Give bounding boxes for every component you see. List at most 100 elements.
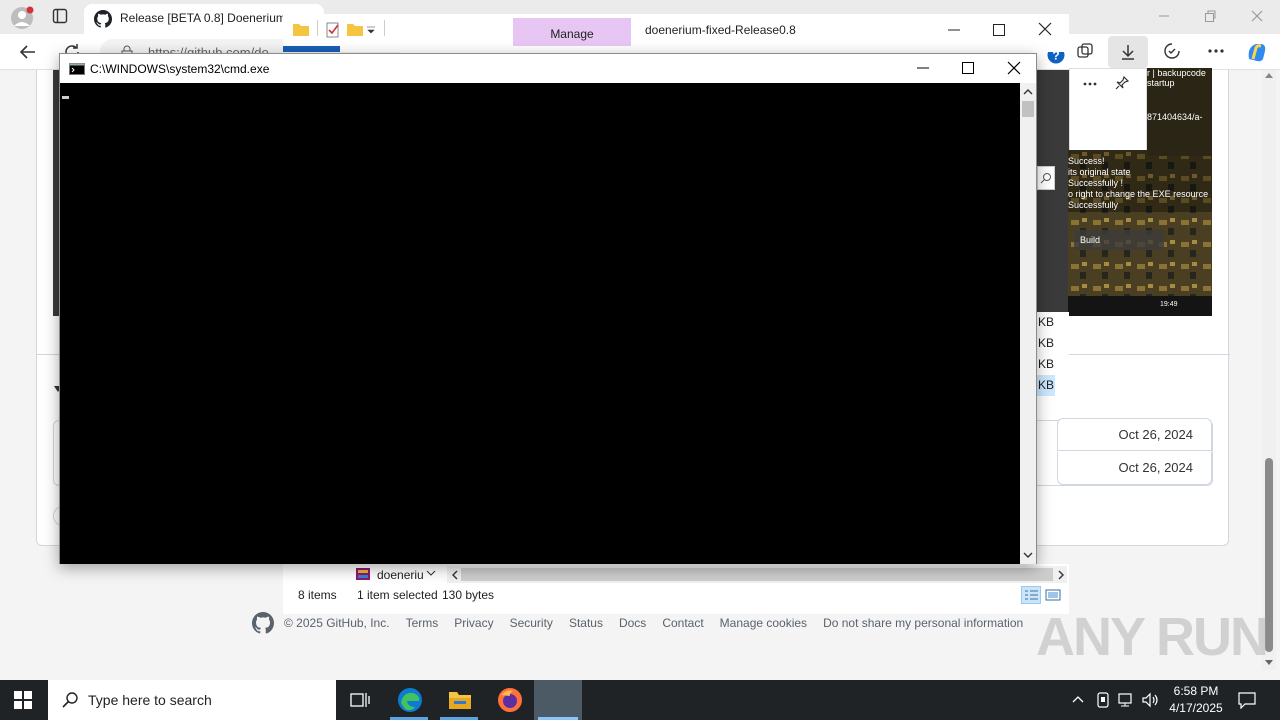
quick-access-dropdown-icon[interactable]: [367, 26, 377, 34]
firefox-icon: [497, 687, 523, 713]
rar-file-icon: [355, 567, 371, 581]
edge-icon: [397, 687, 423, 713]
clock-time: 6:58 PM: [1173, 684, 1219, 698]
github-icon: [94, 10, 112, 28]
windows-start-icon[interactable]: [14, 691, 32, 709]
scroll-right-icon[interactable]: [1057, 570, 1065, 580]
cmd-maximize-icon[interactable]: [961, 61, 975, 75]
file-name-partial[interactable]: doeneriu: [377, 568, 424, 582]
explorer-search-box[interactable]: [1037, 166, 1055, 190]
search-icon: [62, 692, 78, 708]
file-size-unit: KB: [1038, 357, 1055, 371]
video-text-line: Successfully !: [1068, 178, 1124, 188]
video-clock: 19:49: [1160, 301, 1178, 308]
taskbar-search-box[interactable]: Type here to search: [48, 680, 336, 720]
horizontal-scroll-thumb[interactable]: [461, 568, 1053, 581]
details-view-icon[interactable]: [1021, 586, 1041, 604]
pin-icon[interactable]: [1114, 75, 1130, 91]
video-text-line: Successfully: [1068, 200, 1119, 210]
collections-icon[interactable]: [1076, 42, 1094, 60]
clock-date: 4/17/2025: [1169, 701, 1223, 715]
explorer-folder-title: doenerium-fixed-Release0.8: [645, 23, 796, 37]
copilot-icon[interactable]: [1244, 39, 1270, 65]
asset-date: Oct 26, 2024: [1057, 452, 1212, 485]
properties-icon[interactable]: [325, 22, 341, 38]
cmd-scroll-thumb[interactable]: [1022, 101, 1034, 117]
file-tab-strip[interactable]: [283, 46, 340, 52]
show-hidden-icons-icon[interactable]: [1072, 694, 1084, 704]
video-overlay: Success! its original state Successfully…: [1068, 150, 1212, 316]
horizontal-scrollbar[interactable]: [447, 566, 1067, 583]
browser-minimize-icon[interactable]: [1156, 8, 1172, 24]
browser-tab-title: Release [BETA 0.8] Doenerium -: [120, 11, 294, 25]
footer-link-do-not-share[interactable]: Do not share my personal information: [823, 616, 1023, 630]
scroll-up-icon[interactable]: [1265, 72, 1273, 78]
explorer-title-bar: Manage doenerium-fixed-Release0.8: [283, 14, 1069, 52]
folder-icon: [293, 22, 309, 36]
video-text-line: r | backupcode: [1147, 68, 1206, 78]
cmd-scroll-down-icon[interactable]: [1023, 551, 1033, 559]
file-size-unit-selected: KB: [1037, 375, 1055, 396]
notifications-icon[interactable]: [1238, 691, 1256, 709]
browser-essentials-icon[interactable]: [1162, 42, 1182, 60]
footer-link-security[interactable]: Security: [510, 616, 553, 630]
footer-link-privacy[interactable]: Privacy: [454, 616, 493, 630]
device-icon[interactable]: [1096, 692, 1110, 708]
video-header: r | backupcode startup 871404634/a-: [1147, 68, 1212, 156]
taskbar-edge-button[interactable]: [386, 680, 432, 720]
manage-tab[interactable]: Manage: [513, 18, 631, 46]
footer-link-docs[interactable]: Docs: [619, 616, 646, 630]
video-text-line: startup: [1147, 78, 1175, 88]
anyrun-watermark: ANY RUN: [1036, 607, 1269, 667]
asset-date: Oct 26, 2024: [1057, 418, 1212, 451]
cmd-console-area[interactable]: [60, 83, 1020, 564]
large-icons-view-icon[interactable]: [1045, 587, 1061, 603]
back-arrow-icon[interactable]: [18, 42, 38, 62]
video-text-line: Success!: [1068, 156, 1105, 166]
status-size: 130 bytes: [442, 588, 495, 602]
video-text-line: 871404634/a-: [1147, 112, 1203, 122]
cmd-app-icon: [69, 63, 85, 75]
explorer-close-icon[interactable]: [1037, 21, 1053, 37]
explorer-minimize-icon[interactable]: [946, 22, 962, 38]
cmd-close-icon[interactable]: [1007, 61, 1021, 75]
browser-close-icon[interactable]: [1249, 8, 1265, 24]
file-size-unit: KB: [1038, 315, 1055, 329]
cmd-scrollbar[interactable]: [1020, 83, 1036, 564]
task-view-icon[interactable]: [350, 691, 370, 709]
taskbar-clock[interactable]: 6:58 PM 4/17/2025: [1160, 683, 1232, 717]
github-footer-logo-icon[interactable]: [252, 612, 274, 634]
name-dropdown-icon[interactable]: [426, 569, 436, 577]
footer-link-terms[interactable]: Terms: [406, 616, 439, 630]
taskbar-search-placeholder: Type here to search: [88, 692, 212, 708]
profile-avatar-icon[interactable]: [10, 6, 34, 30]
explorer-bottom-area: doeneriu 8 items 1 item selected 130 byt…: [283, 564, 1069, 614]
taskbar-explorer-button[interactable]: [436, 680, 482, 720]
explorer-maximize-icon[interactable]: [991, 22, 1007, 38]
video-text-line: o right to change the EXE resource: [1068, 189, 1209, 199]
page-scrollbar[interactable]: [1262, 70, 1276, 670]
video-taskbar: 19:49: [1068, 296, 1212, 316]
taskbar-cmd-button[interactable]: [534, 680, 582, 720]
browser-restore-icon[interactable]: [1202, 8, 1218, 24]
downloads-more-icon[interactable]: [1082, 77, 1098, 91]
scroll-left-icon[interactable]: [451, 570, 459, 580]
taskbar-firefox-button[interactable]: [486, 680, 532, 720]
cmd-minimize-icon[interactable]: [916, 61, 930, 75]
footer-link-manage-cookies[interactable]: Manage cookies: [720, 616, 807, 630]
footer-copyright: © 2025 GitHub, Inc.: [284, 616, 390, 630]
more-options-icon[interactable]: [1206, 42, 1226, 60]
tab-actions-icon[interactable]: [52, 8, 68, 24]
footer-link-contact[interactable]: Contact: [662, 616, 703, 630]
github-footer: © 2025 GitHub, Inc. Terms Privacy Securi…: [252, 612, 1023, 634]
network-icon[interactable]: [1118, 692, 1136, 708]
volume-icon[interactable]: [1142, 692, 1160, 708]
new-folder-icon[interactable]: [347, 22, 363, 36]
cmd-scroll-up-icon[interactable]: [1023, 88, 1033, 96]
file-explorer-icon: [448, 689, 472, 711]
downloads-button[interactable]: [1108, 36, 1148, 68]
footer-link-status[interactable]: Status: [569, 616, 603, 630]
cmd-title-bar[interactable]: C:\WINDOWS\system32\cmd.exe: [60, 54, 1036, 83]
windows-taskbar: Type here to search 6:58 PM 4/17/2025: [0, 680, 1280, 720]
cmd-title: C:\WINDOWS\system32\cmd.exe: [90, 62, 270, 76]
